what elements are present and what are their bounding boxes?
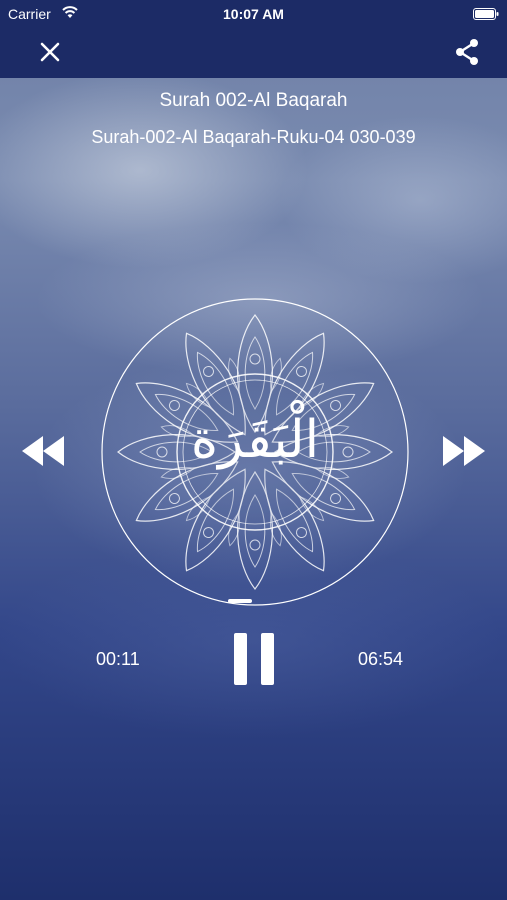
mandala-ornament bbox=[203, 527, 214, 539]
mandala-ornament bbox=[249, 539, 261, 551]
total-time: 06:54 bbox=[358, 649, 404, 669]
status-bar: Carrier 10:07 AM bbox=[0, 0, 507, 28]
mandala-ornament bbox=[296, 527, 307, 539]
mandala-ornament bbox=[168, 493, 180, 504]
artwork-calligraphy: الْبَقَرَة bbox=[190, 410, 320, 470]
track-subtitle: Surah-002-Al Baqarah-Ruku-04 030-039 bbox=[91, 127, 416, 147]
battery-icon bbox=[473, 8, 499, 20]
mandala-ornament bbox=[249, 353, 261, 365]
mandala-ornament bbox=[203, 365, 214, 377]
fast-forward-icon[interactable] bbox=[441, 434, 487, 468]
close-icon[interactable] bbox=[36, 38, 64, 66]
pause-icon-bar-left bbox=[234, 633, 247, 685]
mandala-ornament bbox=[330, 493, 342, 504]
clock: 10:07 AM bbox=[223, 6, 284, 22]
share-icon[interactable] bbox=[453, 37, 481, 67]
surah-title: Surah 002-Al Baqarah bbox=[159, 90, 348, 111]
rewind-icon[interactable] bbox=[20, 434, 66, 468]
progress-thumb[interactable] bbox=[228, 599, 252, 603]
nav-bar bbox=[0, 28, 507, 78]
pause-icon-bar-right bbox=[261, 633, 274, 685]
pause-button[interactable] bbox=[234, 633, 274, 685]
mandala-ornament bbox=[296, 365, 307, 377]
elapsed-time: 00:11 bbox=[96, 649, 140, 669]
